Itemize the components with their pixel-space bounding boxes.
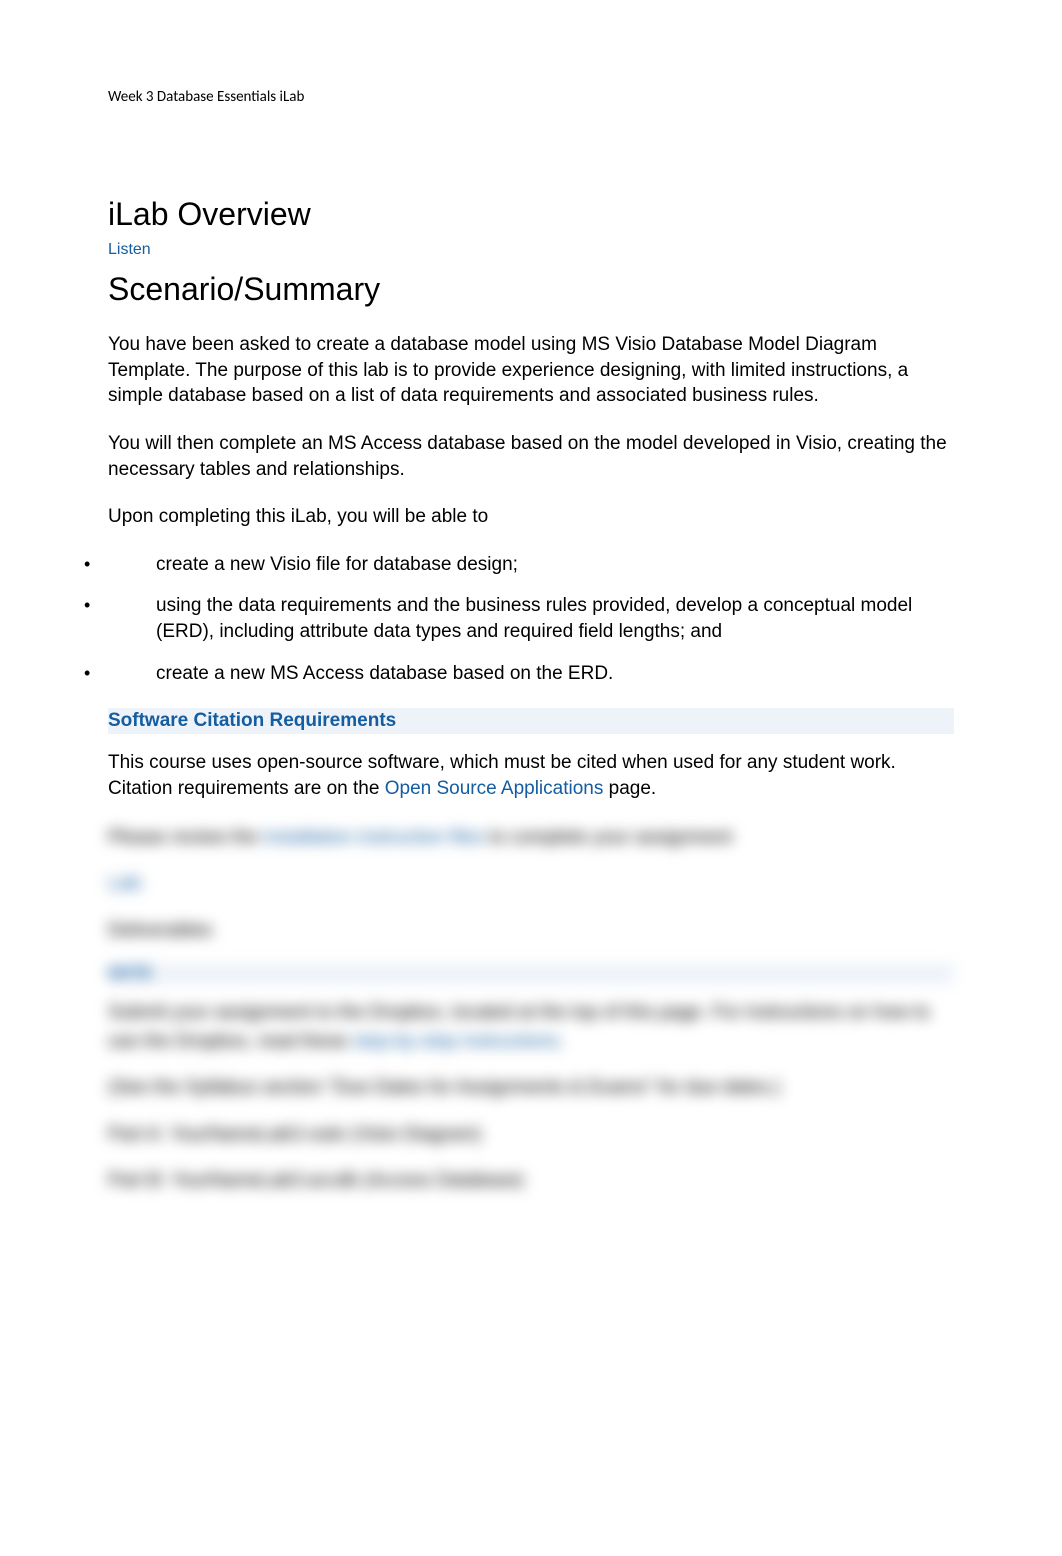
blurred-link: Lab: [108, 873, 145, 894]
citation-requirements-bar: Software Citation Requirements [108, 708, 954, 734]
blurred-text: Please review the [108, 827, 263, 848]
page-label: Week 3 Database Essentials iLab [108, 88, 954, 106]
blurred-content: Please review the installation instructi… [108, 824, 954, 1196]
citation-paragraph: This course uses open-source software, w… [108, 750, 954, 801]
blurred-line: Part B: YourNameLab3.accdb (Access Datab… [108, 1167, 954, 1196]
scenario-heading: Scenario/Summary [108, 271, 954, 308]
blurred-link: installation instruction files [263, 827, 484, 848]
paragraph-2: You will then complete an MS Access data… [108, 431, 954, 482]
blurred-line: Part A: YourNameLab3.vsdx (Visio Diagram… [108, 1121, 954, 1150]
overview-heading: iLab Overview [108, 196, 954, 233]
bullet-list: create a new Visio file for database des… [38, 552, 954, 687]
listen-link[interactable]: Listen [108, 241, 151, 259]
blurred-line: Submit your assignment to the Dropbox, l… [108, 999, 954, 1056]
blurred-link: step-by-step instructions. [353, 1031, 564, 1052]
blurred-deliverables: Deliverables [108, 917, 954, 946]
list-item: create a new MS Access database based on… [38, 661, 954, 687]
blurred-text: to complete your assignment [484, 827, 732, 848]
blurred-note-heading: NOTE [108, 965, 152, 982]
blurred-line: Lab: [108, 870, 954, 899]
blurred-note-bar: NOTE [108, 963, 954, 985]
citation-requirements-heading: Software Citation Requirements [108, 710, 396, 731]
open-source-applications-link[interactable]: Open Source Applications [385, 778, 604, 799]
blurred-line: Please review the installation instructi… [108, 824, 954, 853]
list-item: using the data requirements and the busi… [38, 593, 954, 644]
blurred-line: (See the Syllabus section "Due Dates for… [108, 1074, 954, 1103]
citation-text-b: page. [603, 778, 656, 799]
paragraph-1: You have been asked to create a database… [108, 332, 954, 409]
paragraph-3: Upon completing this iLab, you will be a… [108, 504, 954, 530]
list-item: create a new Visio file for database des… [38, 552, 954, 578]
